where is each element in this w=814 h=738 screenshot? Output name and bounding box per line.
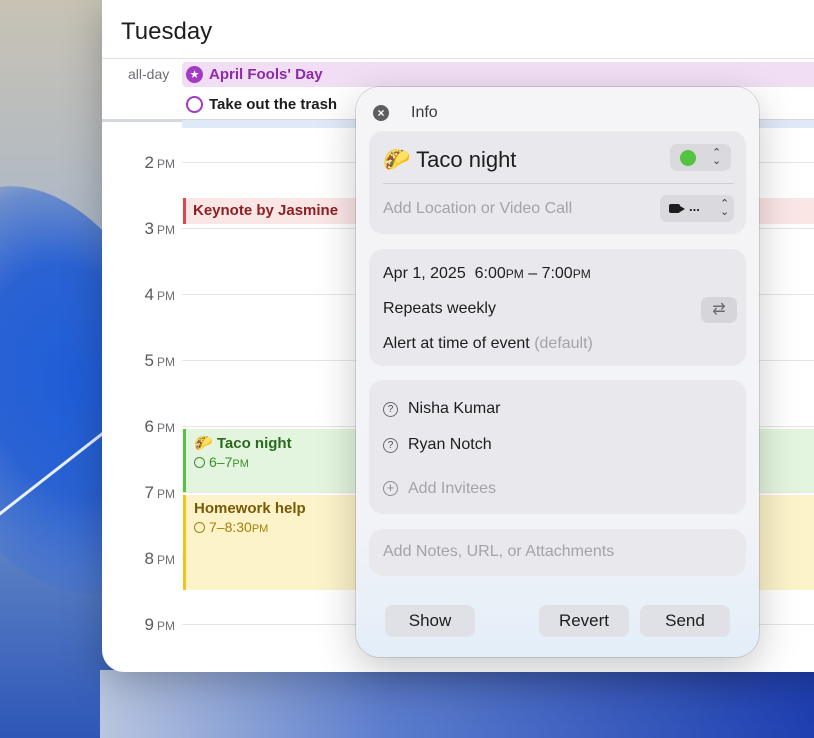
hour-label-8pm: 8 PM xyxy=(144,549,175,568)
allday-event-april-fools[interactable]: ★ April Fools' Day xyxy=(182,62,814,87)
close-icon[interactable]: × xyxy=(373,105,389,121)
invitee-item[interactable]: ? Nisha Kumar xyxy=(383,400,500,418)
star-icon: ★ xyxy=(186,66,203,83)
event-info-popover: × Info 🌮 Taco night ⌃ ⌄ Add Location or V… xyxy=(356,87,759,657)
send-button[interactable]: Send xyxy=(640,605,730,637)
taco-icon: 🌮 xyxy=(194,435,213,452)
hour-label-7pm: 7 PM xyxy=(144,483,175,502)
video-camera-icon xyxy=(669,204,685,213)
repeat-icon[interactable]: ⇄ xyxy=(701,297,737,323)
date-time-card[interactable]: Apr 1, 2025 6:00PM – 7:00PM Repeats week… xyxy=(369,249,746,366)
show-button[interactable]: Show xyxy=(385,605,475,637)
invitees-card: ? Nisha Kumar ? Ryan Notch + Add Invitees xyxy=(369,380,746,514)
event-name: Taco night xyxy=(416,147,517,172)
popover-title: Info xyxy=(411,104,438,121)
allday-event-title: April Fools' Day xyxy=(209,66,323,83)
hour-label-3pm: 3 PM xyxy=(144,219,175,238)
notes-card[interactable]: Add Notes, URL, or Attachments xyxy=(369,529,746,576)
chevron-updown-icon: ⌃ ⌄ xyxy=(712,147,722,167)
allday-label: all-day xyxy=(128,66,170,82)
hour-label-9pm: 9 PM xyxy=(144,615,175,634)
alert-row[interactable]: Alert at time of event (default) xyxy=(383,335,593,353)
taco-icon: 🌮 xyxy=(383,147,411,172)
invitee-item[interactable]: ? Ryan Notch xyxy=(383,436,492,454)
day-title: Tuesday xyxy=(121,18,213,45)
hour-label-2pm: 2 PM xyxy=(144,153,175,172)
title-location-card: 🌮 Taco night ⌃ ⌄ Add Location or Video Ca… xyxy=(369,131,746,234)
plus-circle-icon: + xyxy=(383,481,398,496)
clock-icon xyxy=(194,457,205,468)
header-divider xyxy=(102,58,814,59)
hour-label-6pm: 6 PM xyxy=(144,417,175,436)
reminder-checkbox-icon[interactable] xyxy=(186,96,203,113)
event-title: Keynote by Jasmine xyxy=(193,202,339,219)
date-time-row[interactable]: Apr 1, 2025 6:00PM – 7:00PM xyxy=(383,265,591,283)
question-circle-icon: ? xyxy=(383,402,398,417)
clock-icon xyxy=(194,522,205,533)
calendar-color-picker[interactable]: ⌃ ⌄ xyxy=(670,144,731,171)
hour-label-4pm: 4 PM xyxy=(144,285,175,304)
question-circle-icon: ? xyxy=(383,438,398,453)
reminder-title: Take out the trash xyxy=(209,96,338,113)
location-input[interactable]: Add Location or Video Call xyxy=(383,200,572,218)
calendar-color-dot xyxy=(680,150,696,166)
notes-input[interactable]: Add Notes, URL, or Attachments xyxy=(383,543,614,561)
video-menu-label: ... xyxy=(689,199,700,214)
repeat-row[interactable]: Repeats weekly xyxy=(383,300,496,318)
card-divider xyxy=(383,183,734,184)
add-invitees-button[interactable]: + Add Invitees xyxy=(383,480,496,498)
wallpaper-bottom xyxy=(100,670,814,738)
event-name-field[interactable]: 🌮 Taco night xyxy=(383,147,516,173)
chevron-updown-icon: ⌃ ⌄ xyxy=(720,198,730,218)
hour-label-5pm: 5 PM xyxy=(144,351,175,370)
video-call-picker[interactable]: ... ⌃ ⌄ xyxy=(660,195,734,222)
revert-button[interactable]: Revert xyxy=(539,605,629,637)
